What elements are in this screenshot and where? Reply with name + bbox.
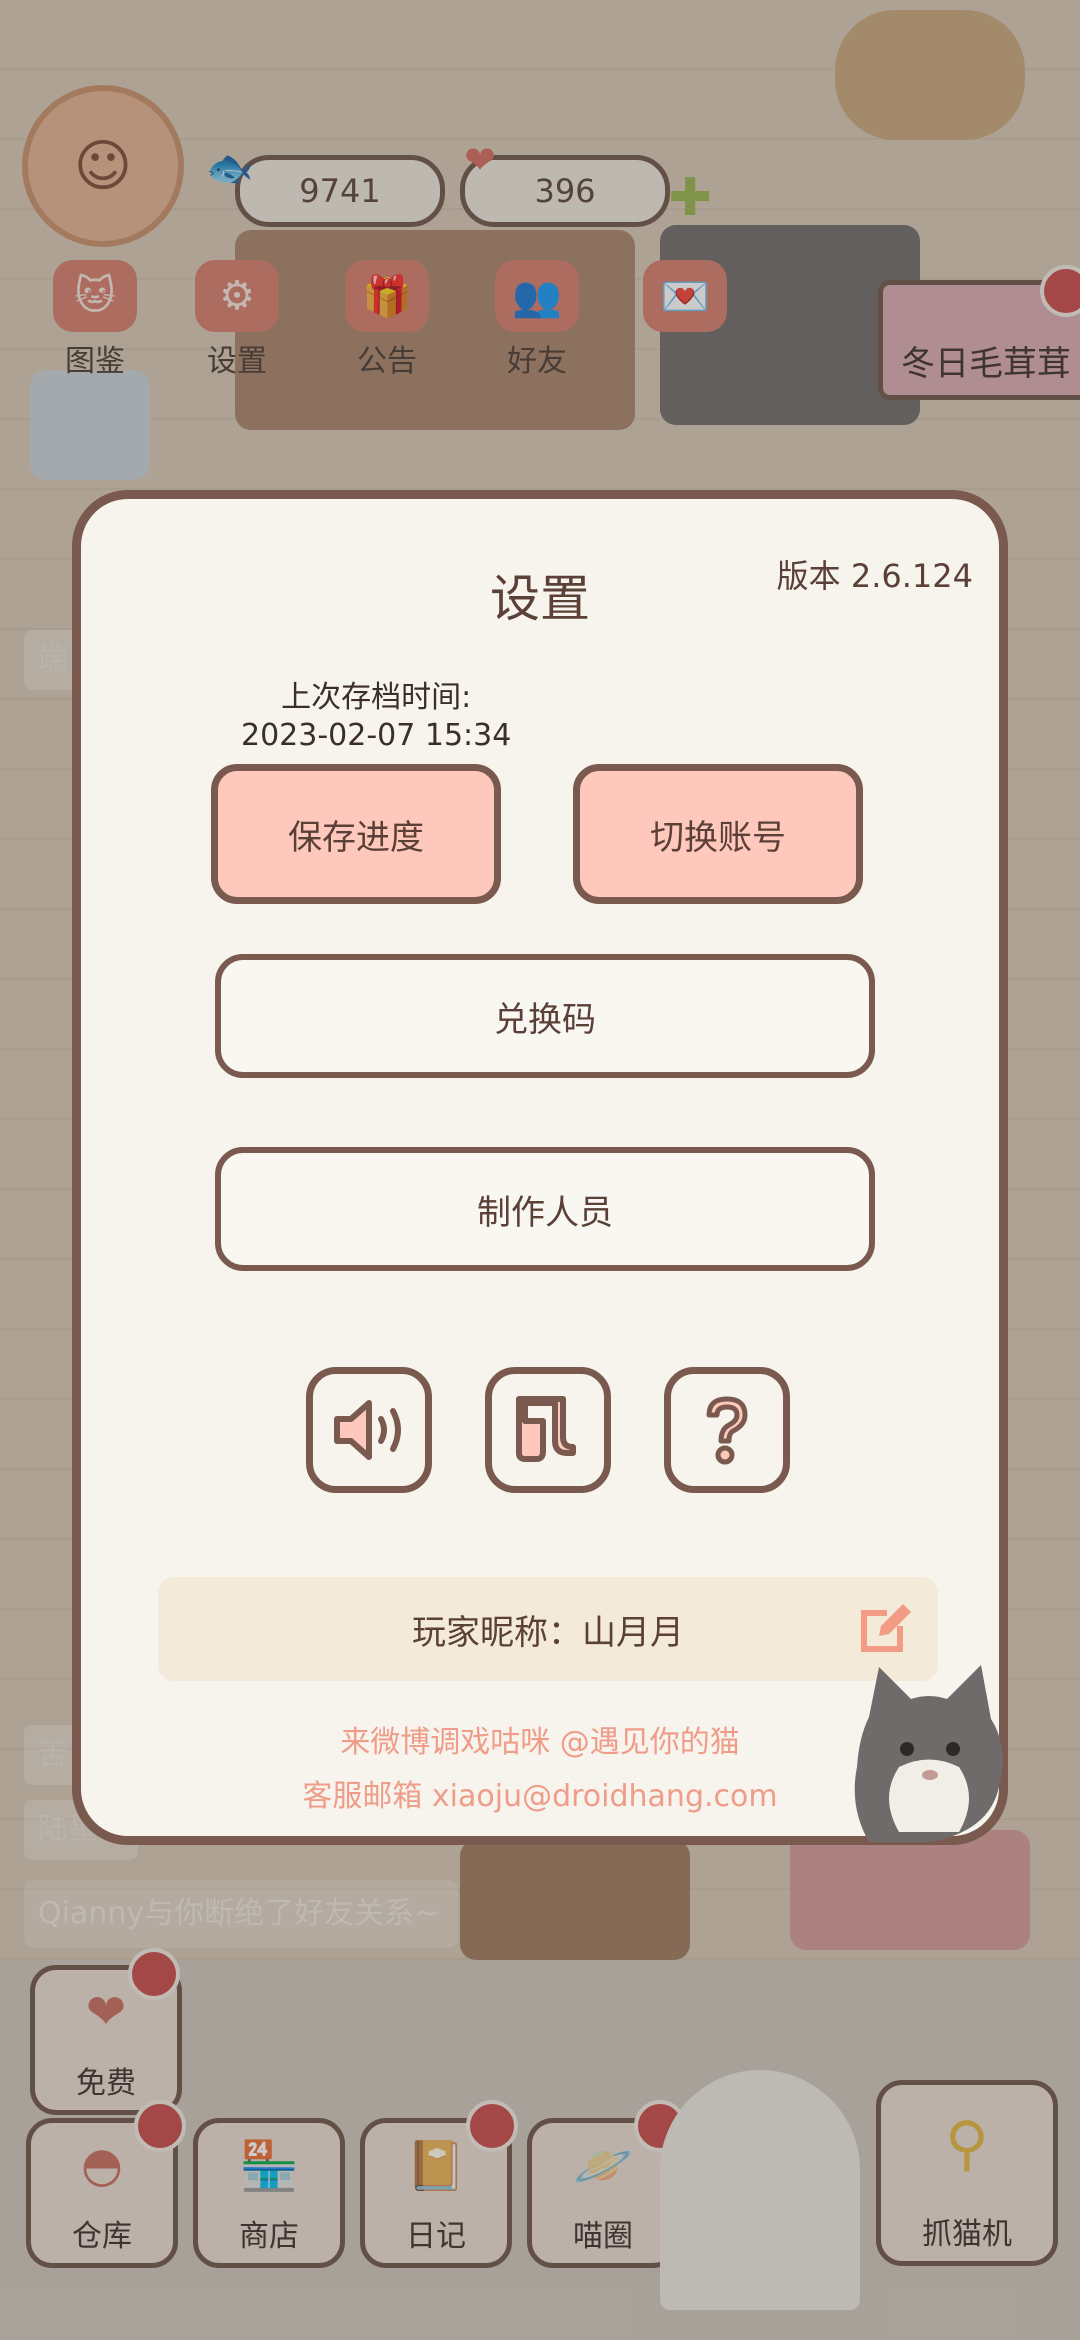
last-save-info: 上次存档时间: 2023-02-07 15:34 — [241, 679, 511, 755]
music-note-icon — [516, 1396, 576, 1462]
last-save-label: 上次存档时间: — [281, 680, 472, 715]
help-button[interactable] — [664, 1367, 790, 1493]
nickname-bar: 玩家昵称：山月月 — [158, 1577, 938, 1681]
redeem-code-label: 兑换码 — [494, 999, 596, 1040]
help-question-icon — [706, 1396, 748, 1465]
save-progress-button[interactable]: 保存进度 — [211, 764, 501, 904]
redeem-code-button[interactable]: 兑换码 — [215, 954, 875, 1078]
speaker-icon — [334, 1400, 401, 1460]
credits-label: 制作人员 — [477, 1192, 613, 1233]
settings-dialog: 设置 版本 2.6.124 上次存档时间: 2023-02-07 15:34 保… — [72, 490, 1009, 1845]
cat-photo — [854, 1665, 1009, 1842]
last-save-value: 2023-02-07 15:34 — [241, 718, 512, 753]
edit-icon — [861, 1604, 911, 1652]
sound-toggle-button[interactable] — [306, 1367, 432, 1493]
nickname-label: 玩家昵称：山月月 — [412, 1612, 684, 1653]
edit-nickname-button[interactable] — [848, 1593, 918, 1663]
music-toggle-button[interactable] — [485, 1367, 611, 1493]
credits-button[interactable]: 制作人员 — [215, 1147, 875, 1271]
switch-account-label: 切换账号 — [650, 817, 786, 858]
version-label: 版本 2.6.124 — [776, 557, 973, 595]
switch-account-button[interactable]: 切换账号 — [573, 764, 863, 904]
save-progress-label: 保存进度 — [288, 817, 424, 858]
